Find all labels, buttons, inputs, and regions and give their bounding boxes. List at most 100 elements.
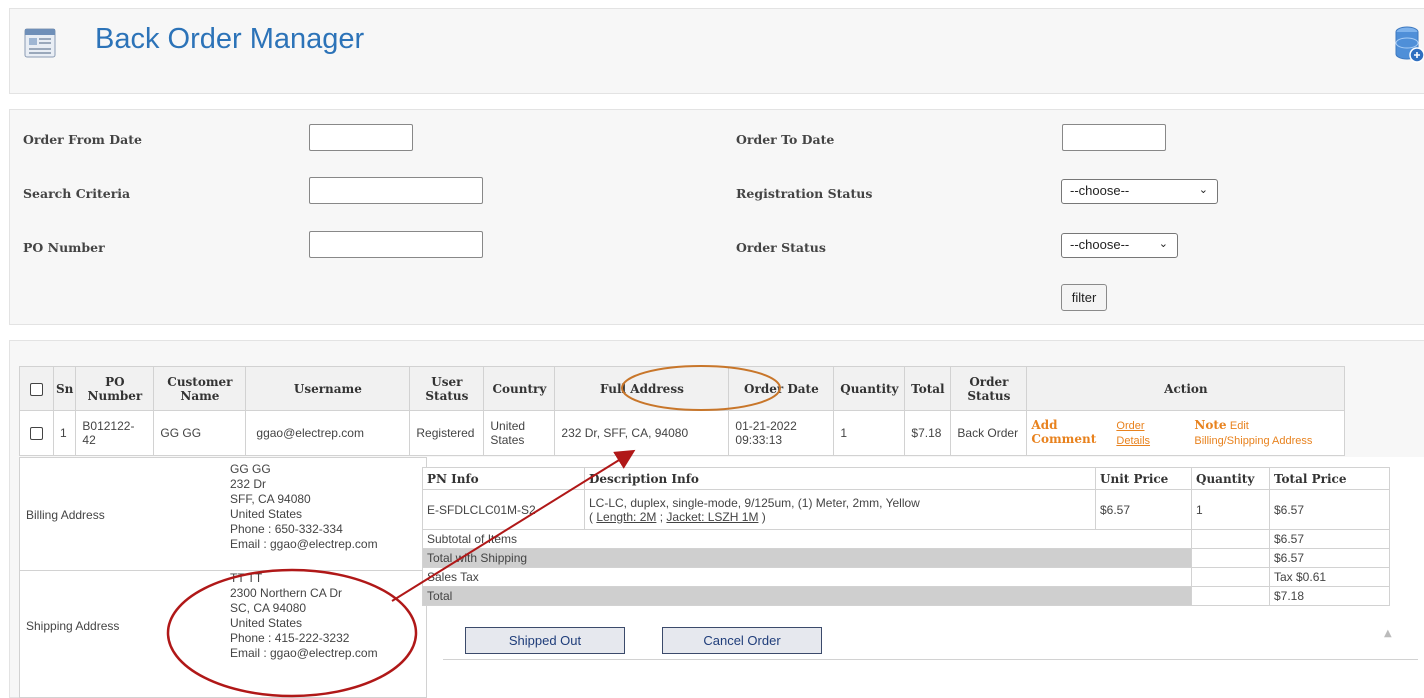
select-all-checkbox[interactable]: [30, 382, 43, 396]
filter-button[interactable]: filter: [1061, 284, 1107, 311]
shipping-address-lines: TT TT 2300 Northern CA Dr SC, CA 94080 U…: [230, 571, 378, 661]
shipped-out-button[interactable]: Shipped Out: [465, 627, 625, 654]
item-pn: E-SFDLCLC01M-S2: [422, 489, 585, 530]
subtotal-spacer: [1191, 529, 1270, 549]
shipping-city: SC, CA 94080: [230, 601, 307, 615]
edit-link[interactable]: Edit: [1230, 420, 1249, 432]
total-label: Total: [422, 586, 1192, 606]
item-total-price: $6.57: [1269, 489, 1390, 530]
order-items-table: PN Info Description Info Unit Price Quan…: [422, 467, 1390, 606]
order-from-date-input[interactable]: [309, 124, 413, 151]
shipping-country: United States: [230, 616, 303, 630]
cancel-order-button[interactable]: Cancel Order: [662, 627, 822, 654]
billing-address-box: Billing Address GG GG 232 Dr SFF, CA 940…: [19, 457, 427, 571]
shipping-email: Email : ggao@electrep.com: [230, 646, 378, 660]
cell-full-address: 232 Dr, SFF, CA, 94080: [554, 410, 730, 456]
item-options: ( Length: 2M ; Jacket: LSZH 1M ): [589, 509, 766, 524]
col-pn-info: PN Info: [422, 467, 585, 490]
total-row: Total $7.18: [422, 586, 1390, 606]
search-criteria-label: Search Criteria: [23, 186, 131, 201]
page-header: Back Order Manager: [9, 8, 1424, 94]
col-country: Country: [483, 366, 556, 411]
shipping-address-box: Shipping Address TT TT 2300 Northern CA …: [19, 570, 427, 698]
items-header-row: PN Info Description Info Unit Price Quan…: [422, 467, 1390, 490]
cell-country: United States: [483, 410, 556, 456]
search-criteria-input[interactable]: [309, 177, 483, 204]
registration-status-label: Registration Status: [736, 186, 873, 201]
col-total-price: Total Price: [1269, 467, 1390, 490]
order-from-date-label: Order From Date: [23, 132, 142, 147]
orders-table: Sn PO Number Customer Name Username User…: [19, 366, 1346, 456]
cell-customer-name: GG GG: [153, 410, 247, 456]
sales-tax-value: Tax $0.61: [1269, 567, 1390, 587]
registration-status-select[interactable]: --choose-- ⌄: [1061, 179, 1218, 204]
shipping-street: 2300 Northern CA Dr: [230, 586, 343, 600]
total-shipping-row: Total with Shipping $6.57: [422, 548, 1390, 568]
shipping-phone: Phone : 415-222-3232: [230, 631, 350, 645]
item-quantity: 1: [1191, 489, 1270, 530]
select-all-cell: [19, 366, 54, 411]
cell-username: ggao@electrep.com: [245, 410, 411, 456]
scroll-up-icon[interactable]: ▲: [1384, 628, 1392, 639]
add-comment-link[interactable]: Add Comment: [1031, 418, 1105, 446]
table-row: 1 B012122-42 GG GG ggao@electrep.com Reg…: [19, 410, 1346, 456]
shipping-name: TT TT: [230, 571, 263, 585]
row-select-cell: [19, 410, 54, 456]
col-total: Total: [904, 366, 952, 411]
total-spacer: [1191, 586, 1270, 606]
col-customer-name: Customer Name: [153, 366, 247, 411]
billing-street: 232 Dr: [230, 477, 267, 491]
po-number-input[interactable]: [309, 231, 483, 258]
note-link[interactable]: Note: [1194, 418, 1226, 432]
item-row: E-SFDLCLC01M-S2 LC-LC, duplex, single-mo…: [422, 489, 1390, 530]
item-jacket: Jacket: LSZH 1M: [666, 509, 759, 524]
po-number-label: PO Number: [23, 240, 105, 255]
order-to-date-input[interactable]: [1062, 124, 1166, 151]
col-action: Action: [1026, 366, 1346, 411]
order-to-date-label: Order To Date: [736, 132, 835, 147]
subtotal-value: $6.57: [1269, 529, 1390, 549]
note-edit-group: Note Edit Billing/Shipping Address: [1194, 418, 1344, 448]
billing-phone: Phone : 650-332-334: [230, 522, 343, 536]
sales-tax-label: Sales Tax: [422, 567, 1192, 587]
shipping-address-label: Shipping Address: [26, 619, 120, 633]
col-description: Description Info: [584, 467, 1096, 490]
col-user-status: User Status: [409, 366, 485, 411]
cell-order-date: 01-21-2022 09:33:13: [728, 410, 835, 456]
cell-po-number: B012122-42: [75, 410, 155, 456]
item-unit-price: $6.57: [1095, 489, 1192, 530]
total-shipping-value: $6.57: [1269, 548, 1390, 568]
billing-address-label: Billing Address: [26, 508, 105, 522]
database-icon[interactable]: [1394, 25, 1424, 65]
sales-tax-row: Sales Tax Tax $0.61: [422, 567, 1390, 587]
cell-total: $7.18: [904, 410, 952, 456]
col-item-quantity: Quantity: [1191, 467, 1270, 490]
row-checkbox[interactable]: [30, 427, 43, 441]
billing-shipping-link[interactable]: Billing/Shipping Address: [1194, 435, 1312, 447]
order-status-label: Order Status: [736, 240, 826, 255]
order-details-link[interactable]: Order Details: [1116, 418, 1166, 448]
subtotal-row: Subtotal of Items $6.57: [422, 529, 1390, 549]
cell-action: Add Comment Order Details Note Edit Bill…: [1026, 410, 1346, 456]
cell-user-status: Registered: [409, 410, 485, 456]
col-username: Username: [245, 366, 411, 411]
billing-name: GG GG: [230, 462, 271, 476]
col-po-number: PO Number: [75, 366, 155, 411]
billing-city: SFF, CA 94080: [230, 492, 311, 506]
chevron-down-icon: ⌄: [1158, 238, 1168, 250]
chevron-down-icon: ⌄: [1198, 184, 1208, 196]
billing-country: United States: [230, 507, 303, 521]
col-sn: Sn: [52, 366, 77, 411]
order-status-select[interactable]: --choose-- ⌄: [1061, 233, 1178, 258]
total-shipping-label: Total with Shipping: [422, 548, 1192, 568]
table-header-row: Sn PO Number Customer Name Username User…: [19, 366, 1346, 411]
cell-sn: 1: [52, 410, 77, 456]
item-description: LC-LC, duplex, single-mode, 9/125um, (1)…: [589, 495, 920, 510]
billing-email: Email : ggao@electrep.com: [230, 537, 378, 551]
total-value: $7.18: [1269, 586, 1390, 606]
page-title: Back Order Manager: [95, 23, 365, 55]
col-quantity: Quantity: [833, 366, 906, 411]
document-list-icon: [24, 28, 56, 58]
col-order-status: Order Status: [950, 366, 1028, 411]
item-description-cell: LC-LC, duplex, single-mode, 9/125um, (1)…: [584, 489, 1096, 530]
